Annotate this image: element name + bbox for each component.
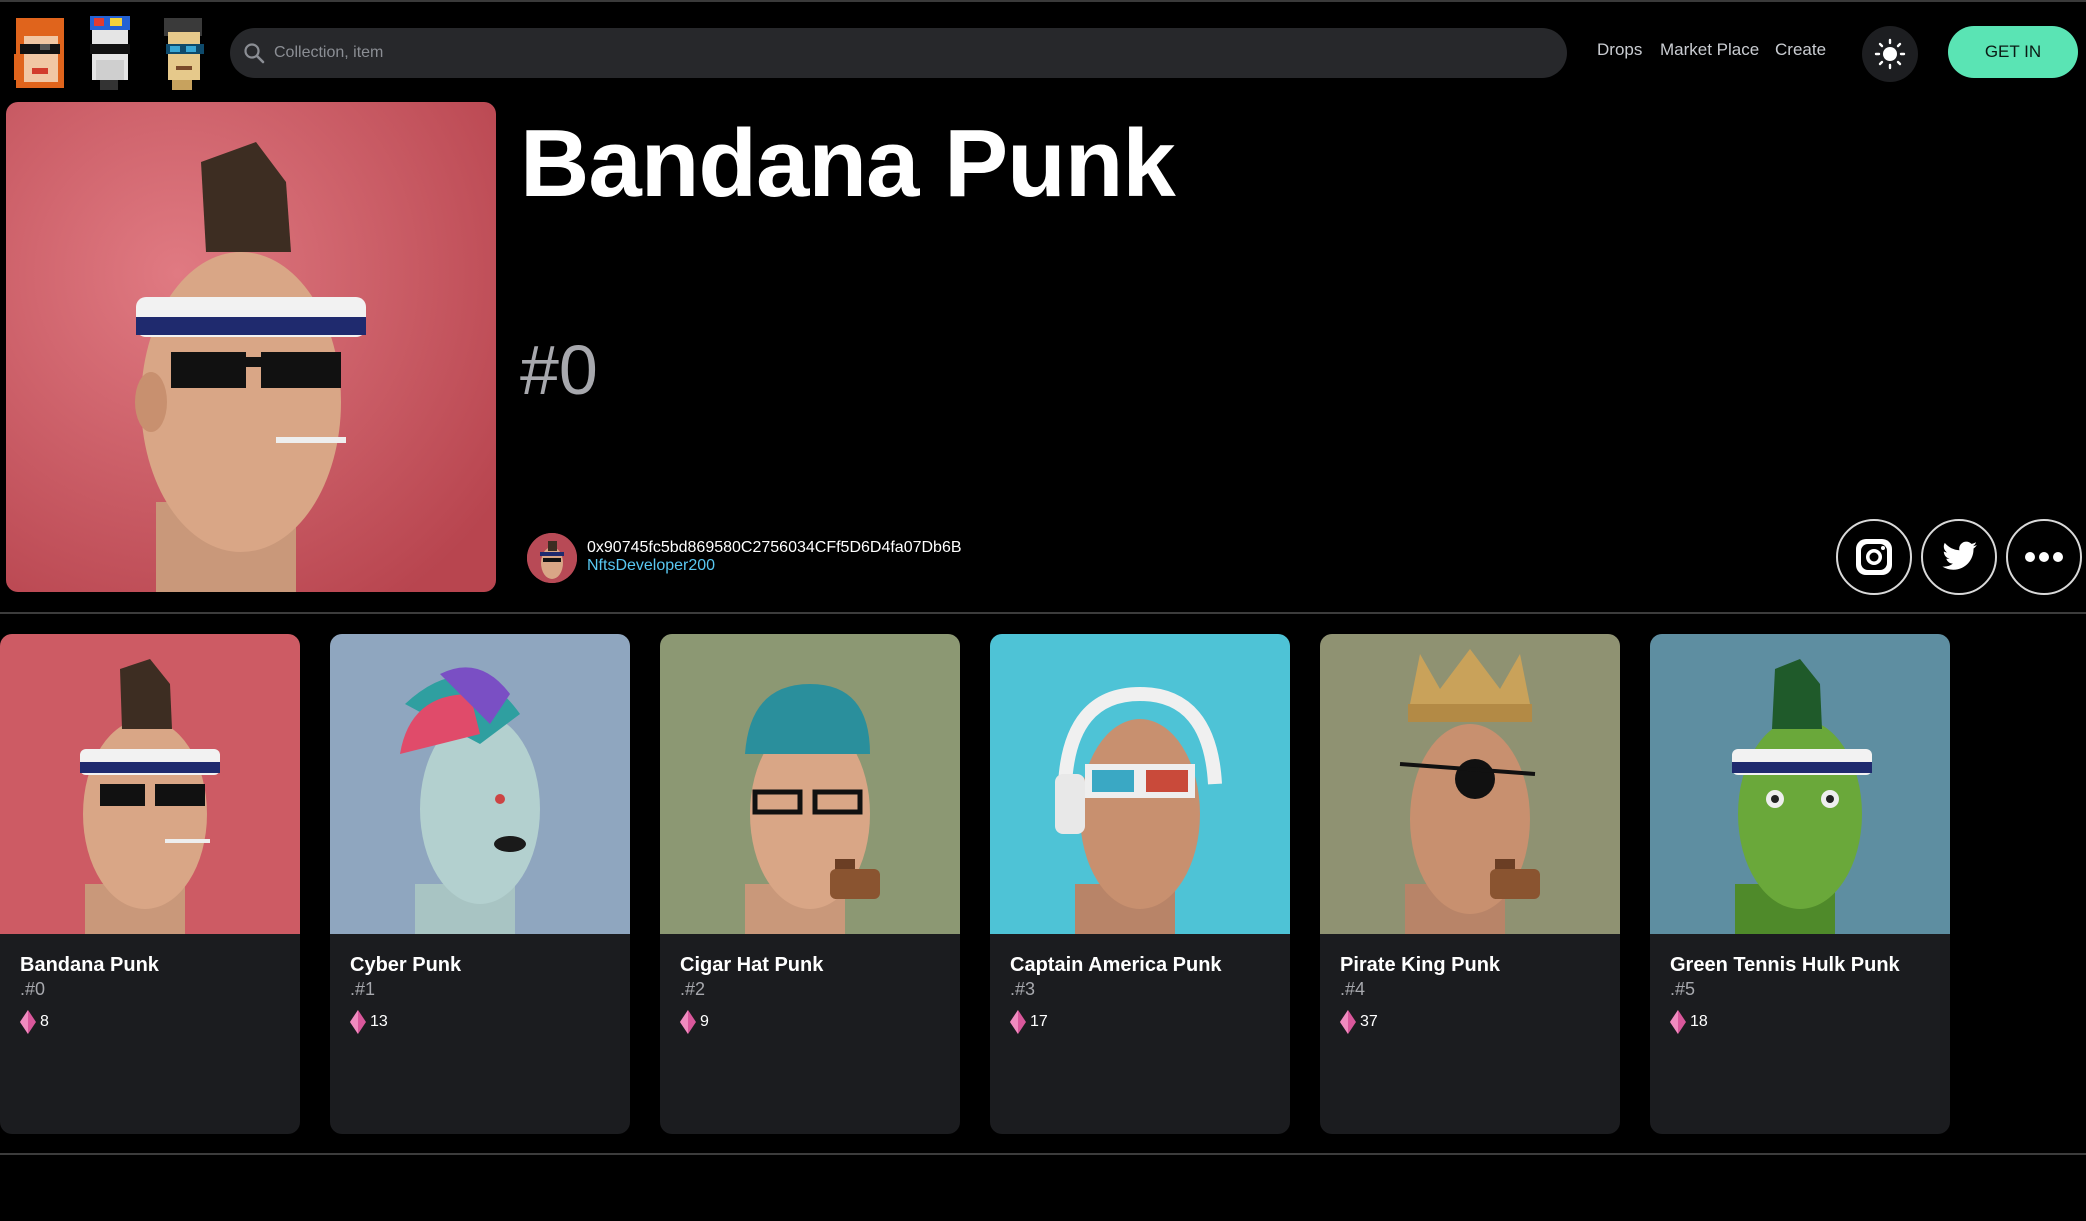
eth-icon — [1340, 1010, 1356, 1034]
eth-icon — [680, 1010, 696, 1034]
search-bar — [230, 28, 1567, 78]
site-logo[interactable] — [10, 14, 220, 92]
nft-card-price: 37 — [1360, 1013, 1378, 1030]
search-input[interactable] — [274, 28, 1544, 78]
nft-card-name: Green Tennis Hulk Punk — [1670, 954, 1900, 976]
owner-username-link[interactable]: NftsDeveloper200 — [587, 557, 715, 575]
eth-icon — [350, 1010, 366, 1034]
nft-card-number: .#3 — [1010, 979, 1036, 999]
eth-icon — [20, 1010, 36, 1034]
instagram-button[interactable] — [1836, 519, 1912, 595]
nft-card-image — [990, 634, 1290, 934]
owner-avatar[interactable] — [527, 533, 577, 583]
top-header: Drops Market Place Create GET IN — [0, 2, 2086, 100]
nft-token-number: #0 — [520, 331, 598, 409]
nft-card[interactable]: Green Tennis Hulk Punk .#5 18 — [1650, 634, 1950, 1134]
footer-divider — [0, 1153, 2086, 1155]
nft-card-number: .#5 — [1670, 979, 1696, 999]
nav-drops[interactable]: Drops — [1597, 40, 1642, 60]
nft-card-name: Captain America Punk — [1010, 954, 1222, 976]
nft-card-image — [1320, 634, 1620, 934]
nft-card-name: Pirate King Punk — [1340, 954, 1501, 976]
sun-icon — [1874, 38, 1906, 70]
nft-card[interactable]: Cyber Punk .#1 13 — [330, 634, 630, 1134]
nft-card-image — [330, 634, 630, 934]
eth-icon — [1670, 1010, 1686, 1034]
nft-card-price: 8 — [40, 1013, 49, 1030]
nft-card[interactable]: Pirate King Punk .#4 37 — [1320, 634, 1620, 1134]
nft-card-image — [1650, 634, 1950, 934]
nft-card-price: 17 — [1030, 1013, 1048, 1030]
nft-card-number: .#0 — [20, 979, 46, 999]
nft-title: Bandana Punk — [520, 110, 1176, 217]
search-icon — [242, 41, 266, 65]
instagram-icon — [1856, 539, 1892, 575]
nft-card[interactable]: Captain America Punk .#3 17 — [990, 634, 1290, 1134]
nft-card[interactable]: Cigar Hat Punk .#2 9 — [660, 634, 960, 1134]
nft-card-price: 13 — [370, 1013, 388, 1030]
nft-card-name: Cyber Punk — [350, 954, 462, 976]
more-options-button[interactable] — [2006, 519, 2082, 595]
nav-create[interactable]: Create — [1775, 40, 1826, 60]
nav-market-place[interactable]: Market Place — [1660, 40, 1759, 60]
eth-icon — [1010, 1010, 1026, 1034]
nft-card-price: 18 — [1690, 1013, 1708, 1030]
nft-card-price: 9 — [700, 1013, 709, 1030]
nft-card-image — [660, 634, 960, 934]
nft-card[interactable]: Bandana Punk .#0 8 — [0, 634, 300, 1134]
twitter-icon — [1942, 541, 1977, 570]
twitter-button[interactable] — [1921, 519, 1997, 595]
more-icon — [2025, 552, 2063, 562]
nft-card-number: .#1 — [350, 979, 376, 999]
owner-address: 0x90745fc5bd869580C2756034CFf5D6D4fa07Db… — [587, 539, 962, 556]
nft-card-number: .#4 — [1340, 979, 1366, 999]
nft-card-number: .#2 — [680, 979, 706, 999]
theme-toggle-button[interactable] — [1862, 26, 1918, 82]
nft-card-name: Bandana Punk — [20, 954, 159, 976]
hero-nft-image — [6, 102, 496, 592]
nft-card-name: Cigar Hat Punk — [680, 954, 824, 976]
section-divider — [0, 612, 2086, 614]
nft-card-image — [0, 634, 300, 934]
get-in-button[interactable]: GET IN — [1948, 26, 2078, 78]
